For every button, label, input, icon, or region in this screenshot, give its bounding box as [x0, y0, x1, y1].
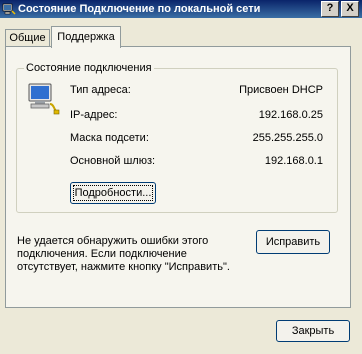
subnet-mask-value: 255.255.255.0	[252, 132, 323, 144]
address-type-value: Присвоен DHCP	[239, 84, 323, 96]
close-button[interactable]: Закрыть	[276, 320, 350, 342]
ip-address-value: 192.168.0.25	[258, 109, 323, 121]
details-button[interactable]: Подробности...	[70, 182, 156, 204]
default-gateway-value: 192.168.0.1	[264, 155, 323, 167]
group-title: Состояние подключения	[24, 62, 154, 74]
window-title: Состояние Подключение по локальной сети	[18, 3, 261, 15]
network-computer-icon	[28, 83, 60, 115]
network-connection-icon	[2, 3, 16, 15]
repair-message: Не удается обнаружить ошибки этого подкл…	[17, 235, 230, 273]
repair-button[interactable]: Исправить	[256, 230, 330, 254]
default-gateway-label: Основной шлюз:	[70, 155, 156, 167]
ip-address-label: IP-адрес:	[70, 109, 118, 121]
help-button[interactable]: ?	[321, 1, 339, 17]
tab-support[interactable]: Поддержка	[51, 26, 121, 48]
title-bar: Состояние Подключение по локальной сети …	[0, 0, 362, 18]
address-type-label: Тип адреса:	[70, 84, 131, 96]
subnet-mask-label: Маска подсети:	[70, 132, 149, 144]
tab-general[interactable]: Общие	[5, 29, 50, 47]
close-window-button[interactable]: X	[341, 1, 359, 17]
